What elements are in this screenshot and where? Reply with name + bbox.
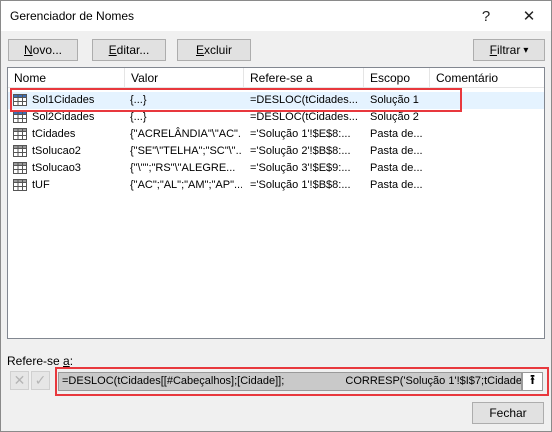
delete-button-label: xcluir <box>204 43 233 57</box>
help-icon: ? <box>481 7 491 25</box>
dialog-title: Gerenciador de Nomes <box>10 9 135 23</box>
title-bar: Gerenciador de Nomes ? ✕ <box>1 1 551 31</box>
row-value: {"AC";"AL";"AM";"AP"... <box>130 179 242 191</box>
column-header-scope[interactable]: Escopo <box>364 68 430 88</box>
row-comment <box>436 177 540 194</box>
row-highlight-box <box>10 88 462 112</box>
row-name: tSolucao2 <box>32 145 81 157</box>
row-name: tUF <box>32 179 50 191</box>
help-button[interactable]: ? <box>466 1 506 31</box>
row-name: tSolucao3 <box>32 162 81 174</box>
row-refers-to: ='Solução 2'!$B$8:... <box>250 145 351 157</box>
refers-to-label-suffix: : <box>69 354 74 368</box>
column-header-refers-to[interactable]: Refere-se a <box>244 68 364 88</box>
row-refers-to: ='Solução 1'!$E$8:... <box>250 128 351 140</box>
row-scope: Pasta de... <box>370 179 423 191</box>
table-icon <box>13 145 27 157</box>
list-item[interactable]: tSolucao2 {"SE"\"TELHA";"SC"\"... ='Solu… <box>8 143 544 160</box>
filter-button-label: iltrar <box>496 43 521 57</box>
edit-button-accel: E <box>108 43 117 57</box>
row-scope: Pasta de... <box>370 128 423 140</box>
confirm-edit-button[interactable]: ✓ <box>31 371 50 390</box>
row-name: tCidades <box>32 128 76 140</box>
row-scope: Pasta de... <box>370 162 423 174</box>
row-value: {"ACRELÂNDIA"\"AC"... <box>130 128 242 140</box>
cancel-edit-button[interactable]: ✕ <box>10 371 29 390</box>
delete-button[interactable]: Excluir <box>177 39 251 61</box>
close-dialog-button[interactable]: Fechar <box>472 402 544 424</box>
refers-to-label: Refere-se a: <box>7 354 73 368</box>
cancel-icon: ✕ <box>13 372 26 388</box>
row-refers-to: ='Solução 3'!$E$9:... <box>250 162 351 174</box>
checkmark-icon: ✓ <box>34 372 47 388</box>
name-manager-dialog: Gerenciador de Nomes ? ✕ Novo... Editar.… <box>0 0 552 432</box>
table-icon <box>13 179 27 191</box>
filter-button-accel: F <box>489 43 497 57</box>
column-header-name[interactable]: Nome <box>8 68 125 88</box>
row-refers-to: ='Solução 1'!$B$8:... <box>250 179 351 191</box>
table-icon <box>13 162 27 174</box>
close-icon: ✕ <box>522 8 536 25</box>
list-item[interactable]: tCidades {"ACRELÂNDIA"\"AC"... ='Solução… <box>8 126 544 143</box>
new-button-label: ovo... <box>32 43 63 57</box>
close-window-button[interactable]: ✕ <box>509 1 549 31</box>
filter-button[interactable]: Filtrar ▾ <box>473 39 545 61</box>
row-comment <box>436 143 540 160</box>
row-value: {"\"";"RS"\"ALEGRE... <box>130 162 236 174</box>
formula-highlight-box <box>55 367 549 396</box>
edit-button[interactable]: Editar... <box>92 39 166 61</box>
table-icon <box>13 111 27 123</box>
refers-to-label-accel: a <box>63 354 70 368</box>
list-item[interactable]: tSolucao3 {"\"";"RS"\"ALEGRE... ='Soluçã… <box>8 160 544 177</box>
new-button[interactable]: Novo... <box>8 39 78 61</box>
column-header-comment[interactable]: Comentário <box>430 68 544 88</box>
column-header-value[interactable]: Valor <box>125 68 244 88</box>
table-icon <box>13 128 27 140</box>
row-comment <box>436 126 540 143</box>
list-header: Nome Valor Refere-se a Escopo Comentário <box>8 68 544 88</box>
chevron-down-icon: ▾ <box>523 44 529 56</box>
row-scope: Pasta de... <box>370 145 423 157</box>
new-button-accel: N <box>23 43 33 57</box>
delete-button-accel: E <box>195 43 204 57</box>
edit-button-label: ditar... <box>116 43 150 57</box>
refers-to-label-prefix: Refere-se <box>7 354 64 368</box>
list-item[interactable]: tUF {"AC";"AL";"AM";"AP"... ='Solução 1'… <box>8 177 544 194</box>
row-comment <box>436 160 540 177</box>
row-value: {"SE"\"TELHA";"SC"\"... <box>130 145 242 157</box>
